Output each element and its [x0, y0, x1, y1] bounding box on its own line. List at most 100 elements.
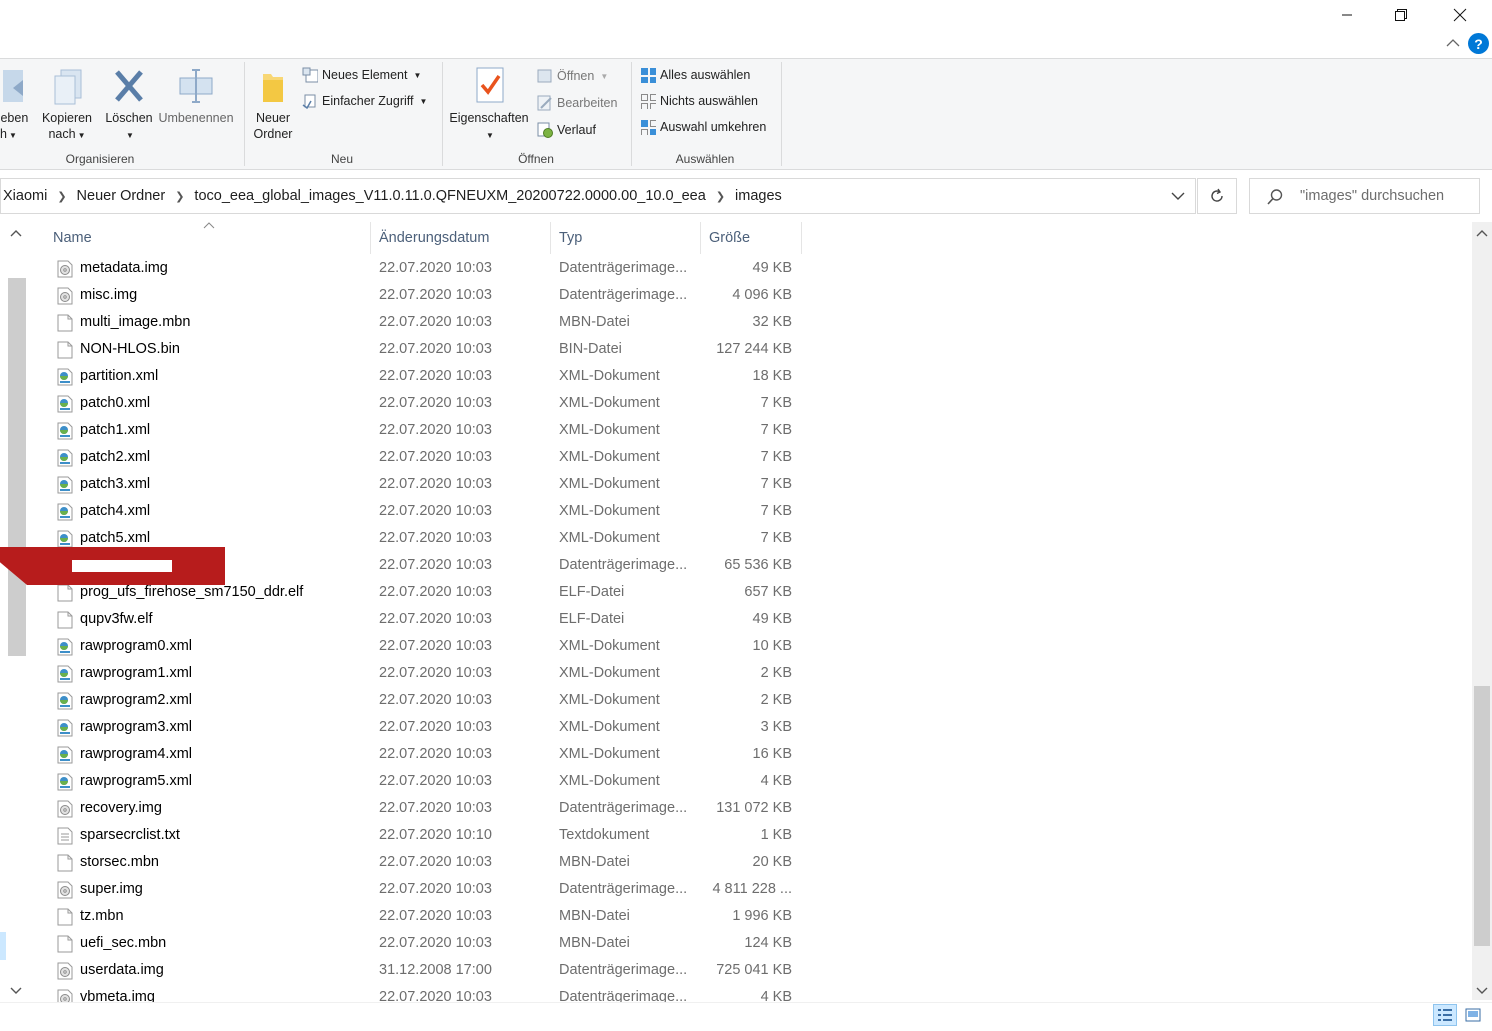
file-size: 7 KB	[760, 449, 792, 465]
move-to-button[interactable]: ieben h ▼	[0, 66, 36, 144]
nav-scroll-down-icon[interactable]	[10, 986, 22, 996]
file-row[interactable]: patch0.xml 22.07.2020 10:03 XML-Dokument 7 …	[50, 391, 802, 418]
file-date: 22.07.2020 10:03	[379, 611, 492, 627]
file-row[interactable]: multi_image.mbn 22.07.2020 10:03 MBN-Datei…	[50, 310, 802, 337]
breadcrumb-toco-folder[interactable]: toco_eea_global_images_V11.0.11.0.QFNEUX…	[188, 188, 711, 204]
file-size: 7 KB	[760, 395, 792, 411]
file-type: MBN-Datei	[559, 314, 630, 330]
breadcrumb-images[interactable]: images	[729, 188, 788, 204]
file-name: qupv3fw.elf	[80, 611, 153, 627]
breadcrumb-neuer-ordner[interactable]: Neuer Ordner	[71, 188, 172, 204]
file-size: 49 KB	[752, 611, 793, 627]
file-type: XML-Dokument	[559, 503, 660, 519]
address-bar[interactable]: Xiaomi ❯ Neuer Ordner ❯ toco_eea_global_…	[0, 178, 1196, 214]
file-row[interactable]: patch1.xml 22.07.2020 10:03 XML-Dokument 7 …	[50, 418, 802, 445]
file-row[interactable]: sparsecrclist.txt 22.07.2020 10:10 Textdok…	[50, 823, 802, 850]
history-button[interactable]: Verlauf	[537, 120, 596, 140]
blank-file-icon	[57, 341, 73, 359]
chevron-down-icon: ▼	[600, 71, 609, 81]
copy-to-button[interactable]: Kopieren nach ▼	[36, 66, 98, 144]
properties-button[interactable]: Eigenschaften ▼	[446, 66, 532, 144]
file-type: XML-Dokument	[559, 692, 660, 708]
column-header-size[interactable]: Größe	[703, 222, 802, 254]
help-icon[interactable]: ?	[1468, 33, 1489, 54]
minimize-button[interactable]	[1324, 0, 1370, 30]
delete-x-icon	[115, 70, 143, 102]
file-row[interactable]: rawprogram5.xml 22.07.2020 10:03 XML-Dokum…	[50, 769, 802, 796]
restore-icon	[1395, 9, 1407, 21]
open-button[interactable]: Öffnen ▼	[537, 66, 608, 86]
easy-access-button[interactable]: Einfacher Zugriff ▼	[302, 91, 427, 111]
select-all-button[interactable]: Alles auswählen	[640, 65, 750, 85]
column-header-type[interactable]: Typ	[553, 222, 701, 254]
rename-button[interactable]: Umbenennen	[156, 66, 236, 126]
column-header-name[interactable]: Name	[47, 222, 371, 254]
select-none-button[interactable]: Nichts auswählen	[640, 91, 758, 111]
new-item-button[interactable]: Neues Element ▼	[302, 65, 421, 85]
file-date: 22.07.2020 10:03	[379, 476, 492, 492]
file-row[interactable]: rawprogram2.xml 22.07.2020 10:03 XML-Dokum…	[50, 688, 802, 715]
history-icon	[537, 122, 553, 138]
file-row[interactable]: patch4.xml 22.07.2020 10:03 XML-Dokument 7 …	[50, 499, 802, 526]
scroll-up-icon[interactable]	[1476, 228, 1488, 238]
file-row[interactable]: tz.mbn 22.07.2020 10:03 MBN-Datei 1 996 KB	[50, 904, 802, 931]
nav-scrollbar-thumb[interactable]	[8, 278, 26, 656]
file-row[interactable]: NON-HLOS.bin 22.07.2020 10:03 BIN-Datei 127…	[50, 337, 802, 364]
file-name: rawprogram1.xml	[80, 665, 192, 681]
breadcrumb-xiaomi[interactable]: Xiaomi	[1, 188, 53, 204]
file-size: 1 KB	[760, 827, 792, 843]
file-row[interactable]: rawprogram4.xml 22.07.2020 10:03 XML-Dokum…	[50, 742, 802, 769]
file-type: BIN-Datei	[559, 341, 622, 357]
large-icons-view-button[interactable]	[1461, 1004, 1485, 1026]
file-name: partition.xml	[80, 368, 159, 384]
close-button[interactable]	[1437, 0, 1483, 30]
file-row[interactable]: patch2.xml 22.07.2020 10:03 XML-Dokument 7 …	[50, 445, 802, 472]
file-name: patch2.xml	[80, 449, 151, 465]
file-date: 22.07.2020 10:03	[379, 260, 492, 276]
address-history-dropdown[interactable]	[1160, 178, 1196, 214]
select-none-icon	[641, 94, 656, 109]
disk-image-icon	[57, 881, 73, 899]
chevron-right-icon[interactable]: ❯	[53, 190, 70, 203]
file-row[interactable]: rawprogram3.xml 22.07.2020 10:03 XML-Dokum…	[50, 715, 802, 742]
nav-scroll-up-icon[interactable]	[10, 228, 22, 238]
file-row[interactable]: userdata.img 31.12.2008 17:00 Datenträgeri…	[50, 958, 802, 985]
xml-file-icon	[57, 719, 73, 737]
new-folder-button[interactable]: Neuer Ordner	[248, 66, 298, 142]
file-date: 22.07.2020 10:03	[379, 773, 492, 789]
file-row[interactable]: qupv3fw.elf 22.07.2020 10:03 ELF-Datei 49 K…	[50, 607, 802, 634]
group-label-open: Öffnen	[518, 152, 554, 166]
column-header-date[interactable]: Änderungsdatum	[373, 222, 551, 254]
edit-icon	[537, 95, 552, 111]
search-input[interactable]: "images" durchsuchen	[1249, 178, 1480, 214]
file-type: Datenträgerimage...	[559, 800, 688, 816]
file-date: 22.07.2020 10:03	[379, 881, 492, 897]
collapse-ribbon-icon[interactable]	[1446, 38, 1460, 48]
chevron-right-icon[interactable]: ❯	[171, 190, 188, 203]
file-row[interactable]: patch3.xml 22.07.2020 10:03 XML-Dokument 7 …	[50, 472, 802, 499]
redaction-highlight	[72, 560, 172, 572]
file-row[interactable]: metadata.img 22.07.2020 10:03 Datenträgeri…	[50, 256, 802, 283]
file-row[interactable]: rawprogram0.xml 22.07.2020 10:03 XML-Dokum…	[50, 634, 802, 661]
file-row[interactable]: misc.img 22.07.2020 10:03 Datenträgerimage…	[50, 283, 802, 310]
file-row[interactable]: partition.xml 22.07.2020 10:03 XML-Dokumen…	[50, 364, 802, 391]
file-size: 7 KB	[760, 476, 792, 492]
file-size: 4 811 228 ...	[712, 881, 792, 897]
scrollbar-thumb[interactable]	[1474, 686, 1490, 946]
details-view-button[interactable]	[1433, 1004, 1457, 1026]
edit-button[interactable]: Bearbeiten	[537, 93, 617, 113]
file-row[interactable]: super.img 22.07.2020 10:03 Datenträgerimag…	[50, 877, 802, 904]
file-row[interactable]: storsec.mbn 22.07.2020 10:03 MBN-Datei 20 K…	[50, 850, 802, 877]
delete-button[interactable]: Löschen ▼	[102, 66, 156, 144]
file-row[interactable]: recovery.img 22.07.2020 10:03 Datenträgeri…	[50, 796, 802, 823]
scroll-down-icon[interactable]	[1476, 986, 1488, 996]
maximize-button[interactable]	[1378, 0, 1424, 30]
file-row[interactable]: rawprogram1.xml 22.07.2020 10:03 XML-Dokum…	[50, 661, 802, 688]
invert-selection-button[interactable]: Auswahl umkehren	[640, 117, 766, 137]
file-size: 32 KB	[752, 314, 793, 330]
xml-file-icon	[57, 395, 73, 413]
refresh-button[interactable]	[1197, 178, 1237, 214]
file-row[interactable]: uefi_sec.mbn 22.07.2020 10:03 MBN-Datei 124…	[50, 931, 802, 958]
chevron-right-icon[interactable]: ❯	[712, 190, 729, 203]
file-size: 725 041 KB	[716, 962, 792, 978]
